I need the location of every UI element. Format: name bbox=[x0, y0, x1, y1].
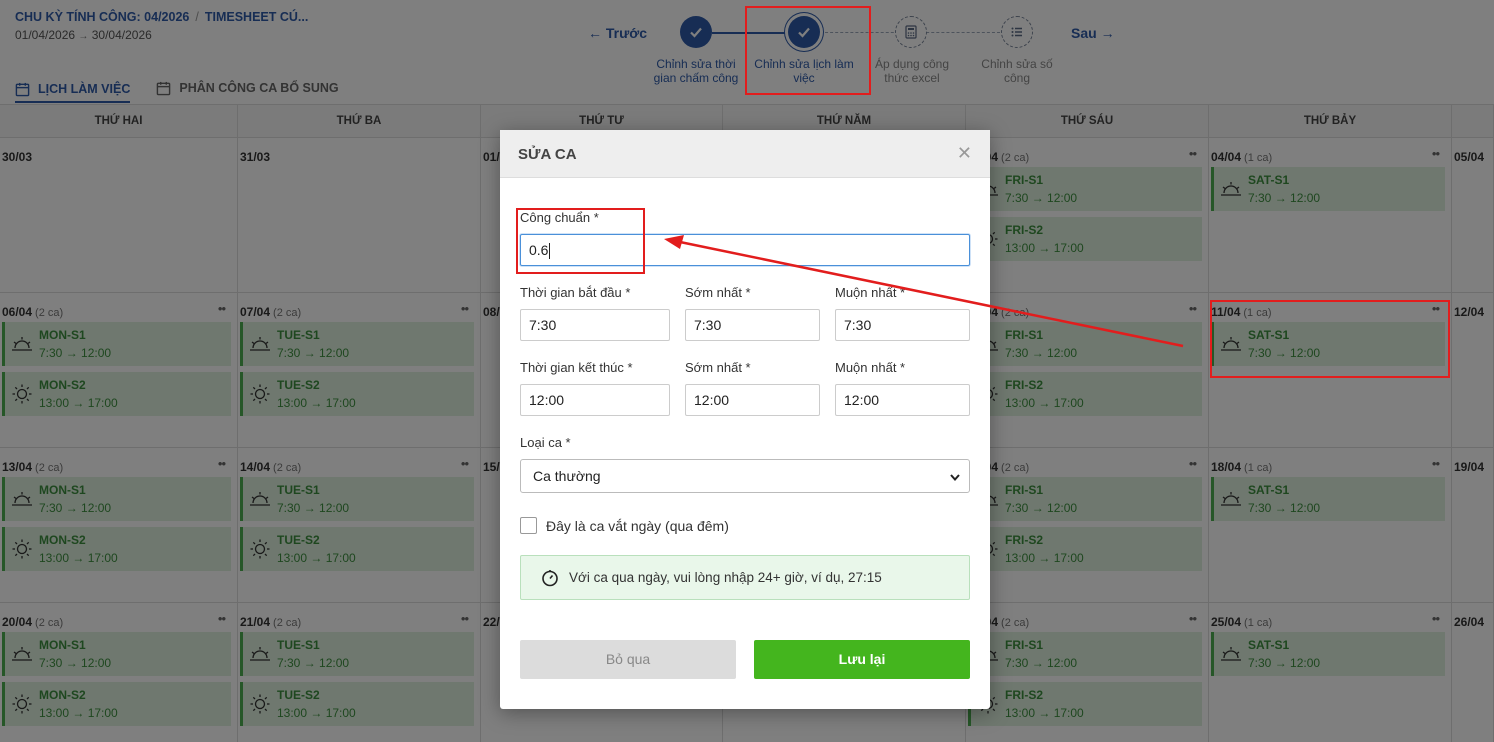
start-latest-label: Muộn nhất * bbox=[835, 285, 906, 300]
overnight-label[interactable]: Đây là ca vắt ngày (qua đêm) bbox=[546, 518, 729, 534]
standard-work-value: 0.6 bbox=[529, 242, 549, 258]
end-time-input[interactable]: 12:00 bbox=[520, 384, 670, 416]
end-time-label: Thời gian kết thúc * bbox=[520, 360, 633, 375]
shift-type-label: Loại ca * bbox=[520, 435, 571, 450]
start-earliest-label: Sớm nhất * bbox=[685, 285, 751, 300]
timer-icon bbox=[542, 570, 558, 587]
chevron-down-icon bbox=[950, 474, 960, 482]
modal-title: SỬA CA bbox=[518, 146, 577, 163]
end-earliest-input[interactable]: 12:00 bbox=[685, 384, 820, 416]
standard-work-label: Công chuẩn * bbox=[520, 210, 599, 225]
end-earliest-label: Sớm nhất * bbox=[685, 360, 751, 375]
text-cursor bbox=[549, 243, 551, 260]
start-time-input[interactable]: 7:30 bbox=[520, 309, 670, 341]
overnight-checkbox[interactable] bbox=[520, 517, 537, 534]
end-latest-input[interactable]: 12:00 bbox=[835, 384, 970, 416]
cancel-button[interactable]: Bỏ qua bbox=[520, 640, 736, 679]
start-earliest-input[interactable]: 7:30 bbox=[685, 309, 820, 341]
save-button[interactable]: Lưu lại bbox=[754, 640, 970, 679]
end-latest-label: Muộn nhất * bbox=[835, 360, 906, 375]
start-latest-input[interactable]: 7:30 bbox=[835, 309, 970, 341]
overnight-info-alert: Với ca qua ngày, vui lòng nhập 24+ giờ, … bbox=[520, 555, 970, 600]
standard-work-input[interactable]: 0.6 bbox=[520, 234, 970, 266]
modal-header: SỬA CA ✕ bbox=[500, 130, 990, 178]
start-time-label: Thời gian bắt đầu * bbox=[520, 285, 631, 300]
edit-shift-modal: SỬA CA ✕ Công chuẩn * 0.6 Thời gian bắt … bbox=[500, 130, 990, 709]
shift-type-select[interactable]: Ca thường bbox=[520, 459, 970, 493]
info-text: Với ca qua ngày, vui lòng nhập 24+ giờ, … bbox=[569, 570, 882, 585]
shift-type-value: Ca thường bbox=[533, 468, 601, 484]
close-icon[interactable]: ✕ bbox=[957, 143, 972, 164]
